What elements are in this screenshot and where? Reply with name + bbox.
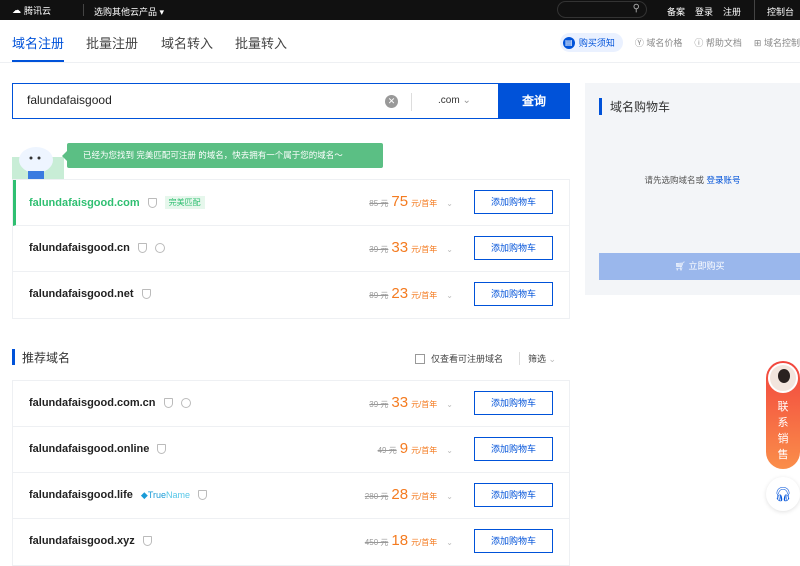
sales-avatar	[768, 363, 798, 393]
shield-icon	[198, 490, 208, 500]
cart-empty-message: 请先选购域名或 登录账号	[644, 175, 741, 185]
search-icon: ⚲	[632, 3, 640, 14]
link-register[interactable]: 注册	[723, 5, 741, 18]
top-nav-bar: ☁ 腾讯云 选购其他云产品 ▾ ⚲ 备案 登录 注册 控制台	[0, 0, 800, 20]
chevron-down-icon: ⌄	[548, 354, 557, 364]
info-icon	[154, 243, 165, 253]
filter-dropdown[interactable]: 筛选 ⌄	[519, 352, 556, 365]
cart-panel: 域名购物车 请先选购域名或 登录账号 🛒︎ 立即购买	[585, 83, 800, 295]
link-login[interactable]: 登录	[695, 5, 713, 18]
shield-icon	[147, 197, 157, 208]
mascot-image	[12, 147, 64, 181]
console-link[interactable]: 控制台	[754, 0, 794, 20]
tab-domain-register[interactable]: 域名注册	[12, 33, 65, 62]
help-docs-link[interactable]: ⓘ 帮助文档	[694, 36, 742, 49]
chevron-down-icon[interactable]: ⌄	[446, 538, 453, 547]
cart-icon: 🛒︎	[674, 261, 686, 271]
checkbox-icon	[415, 353, 425, 364]
search-results: falundafaisgood.com 完美匹配 85 元 75 元/首年 ⌄ 添加购物…	[12, 179, 570, 319]
shield-icon	[142, 536, 152, 546]
perfect-match-badge: 完美匹配	[164, 196, 205, 209]
add-to-cart-button[interactable]: 添加购物车	[474, 391, 553, 415]
chevron-down-icon[interactable]: ⌄	[446, 400, 453, 409]
info-icon	[180, 398, 191, 408]
add-to-cart-button[interactable]: 添加购物车	[474, 529, 553, 553]
tld-select[interactable]: .com ⌄	[438, 95, 471, 106]
contact-sales-button[interactable]: 联 系 销 售	[766, 361, 800, 469]
match-tip: 已经为您找到 完美匹配可注册 的域名，快去拥有一个属于您的域名～	[62, 143, 383, 168]
recommended-title: 推荐域名	[12, 349, 70, 365]
login-link[interactable]: 登录账号	[706, 175, 740, 185]
chevron-down-icon[interactable]: ⌄	[446, 199, 453, 208]
divider	[411, 93, 412, 111]
tab-domain-transfer[interactable]: 域名转入	[161, 33, 213, 52]
recommended-list: falundafaisgood.com.cn 39 元 33 元/首年 ⌄ 添加购物车…	[12, 380, 570, 566]
yen-icon: Ⓨ	[634, 38, 644, 48]
shield-icon	[141, 289, 151, 299]
grid-icon: ⊞	[753, 38, 762, 48]
recommended-row: falundafaisgood.xyz 450 元 18 元/首年 ⌄ 添加购物车	[13, 519, 569, 565]
shield-icon	[157, 444, 167, 454]
headset-icon[interactable]: 🎧︎	[766, 477, 800, 511]
result-row: falundafaisgood.cn 39 元 33 元/首年 ⌄ 添加购物车	[13, 226, 569, 272]
add-to-cart-button[interactable]: 添加购物车	[474, 282, 553, 306]
link-beian[interactable]: 备案	[667, 5, 685, 18]
add-to-cart-button[interactable]: 添加购物车	[474, 236, 553, 260]
chevron-down-icon[interactable]: ⌄	[446, 446, 453, 455]
shield-icon	[163, 398, 173, 408]
chevron-down-icon[interactable]: ⌄	[446, 245, 453, 254]
chevron-down-icon[interactable]: ⌄	[446, 291, 453, 300]
divider	[83, 4, 84, 16]
add-to-cart-button[interactable]: 添加购物车	[474, 437, 553, 461]
add-to-cart-button[interactable]: 添加购物车	[474, 483, 553, 507]
help-icon: ⓘ	[694, 38, 704, 48]
domain-price-link[interactable]: Ⓨ 域名价格	[635, 36, 683, 49]
recommended-row: falundafaisgood.com.cn 39 元 33 元/首年 ⌄ 添加购物车	[13, 381, 569, 427]
result-row: falundafaisgood.com 完美匹配 85 元 75 元/首年 ⌄ 添加购物…	[13, 180, 569, 226]
recommended-row: falundafaisgood.online 49 元 9 元/首年 ⌄ 添加购物车	[13, 427, 569, 473]
domain-console-link[interactable]: ⊞ 域名控制	[754, 36, 800, 49]
products-menu[interactable]: 选购其他云产品 ▾	[94, 5, 164, 18]
tab-bulk-transfer[interactable]: 批量转入	[235, 33, 287, 52]
chevron-down-icon: ⌄	[462, 95, 471, 106]
tencent-cloud-logo[interactable]: ☁ 腾讯云	[12, 4, 51, 17]
add-to-cart-button[interactable]: 添加购物车	[474, 190, 553, 214]
tab-bar: 域名注册 批量注册 域名转入 批量转入 ▤ 购买须知 Ⓨ 域名价格 ⓘ 帮助文档 …	[0, 20, 800, 63]
only-available-checkbox[interactable]: 仅查看可注册域名	[415, 352, 503, 365]
recommended-row: falundafaisgood.life ◆TrueName 280 元 28 元/首…	[13, 473, 569, 519]
search-button[interactable]: 查询	[498, 83, 570, 119]
domain-search-bar: ✕ .com ⌄ 查询	[12, 83, 570, 119]
global-search-input[interactable]: ⚲	[557, 1, 647, 18]
shield-icon	[137, 243, 147, 253]
truename-badge: ◆TrueName	[140, 489, 191, 500]
purchase-notice-link[interactable]: ▤ 购买须知	[559, 33, 623, 52]
domain-search-input[interactable]	[27, 93, 377, 107]
result-row: falundafaisgood.net 89 元 23 元/首年 ⌄ 添加购物车	[13, 272, 569, 318]
clear-icon[interactable]: ✕	[385, 95, 398, 108]
cart-title: 域名购物车	[599, 98, 670, 115]
chevron-down-icon[interactable]: ⌄	[446, 492, 453, 501]
tab-bulk-register[interactable]: 批量注册	[86, 33, 138, 52]
cloud-icon: ☁	[12, 5, 21, 15]
document-icon: ▤	[562, 36, 575, 49]
caret-down-icon: ▾	[159, 7, 165, 17]
buy-now-button[interactable]: 🛒︎ 立即购买	[599, 253, 800, 280]
